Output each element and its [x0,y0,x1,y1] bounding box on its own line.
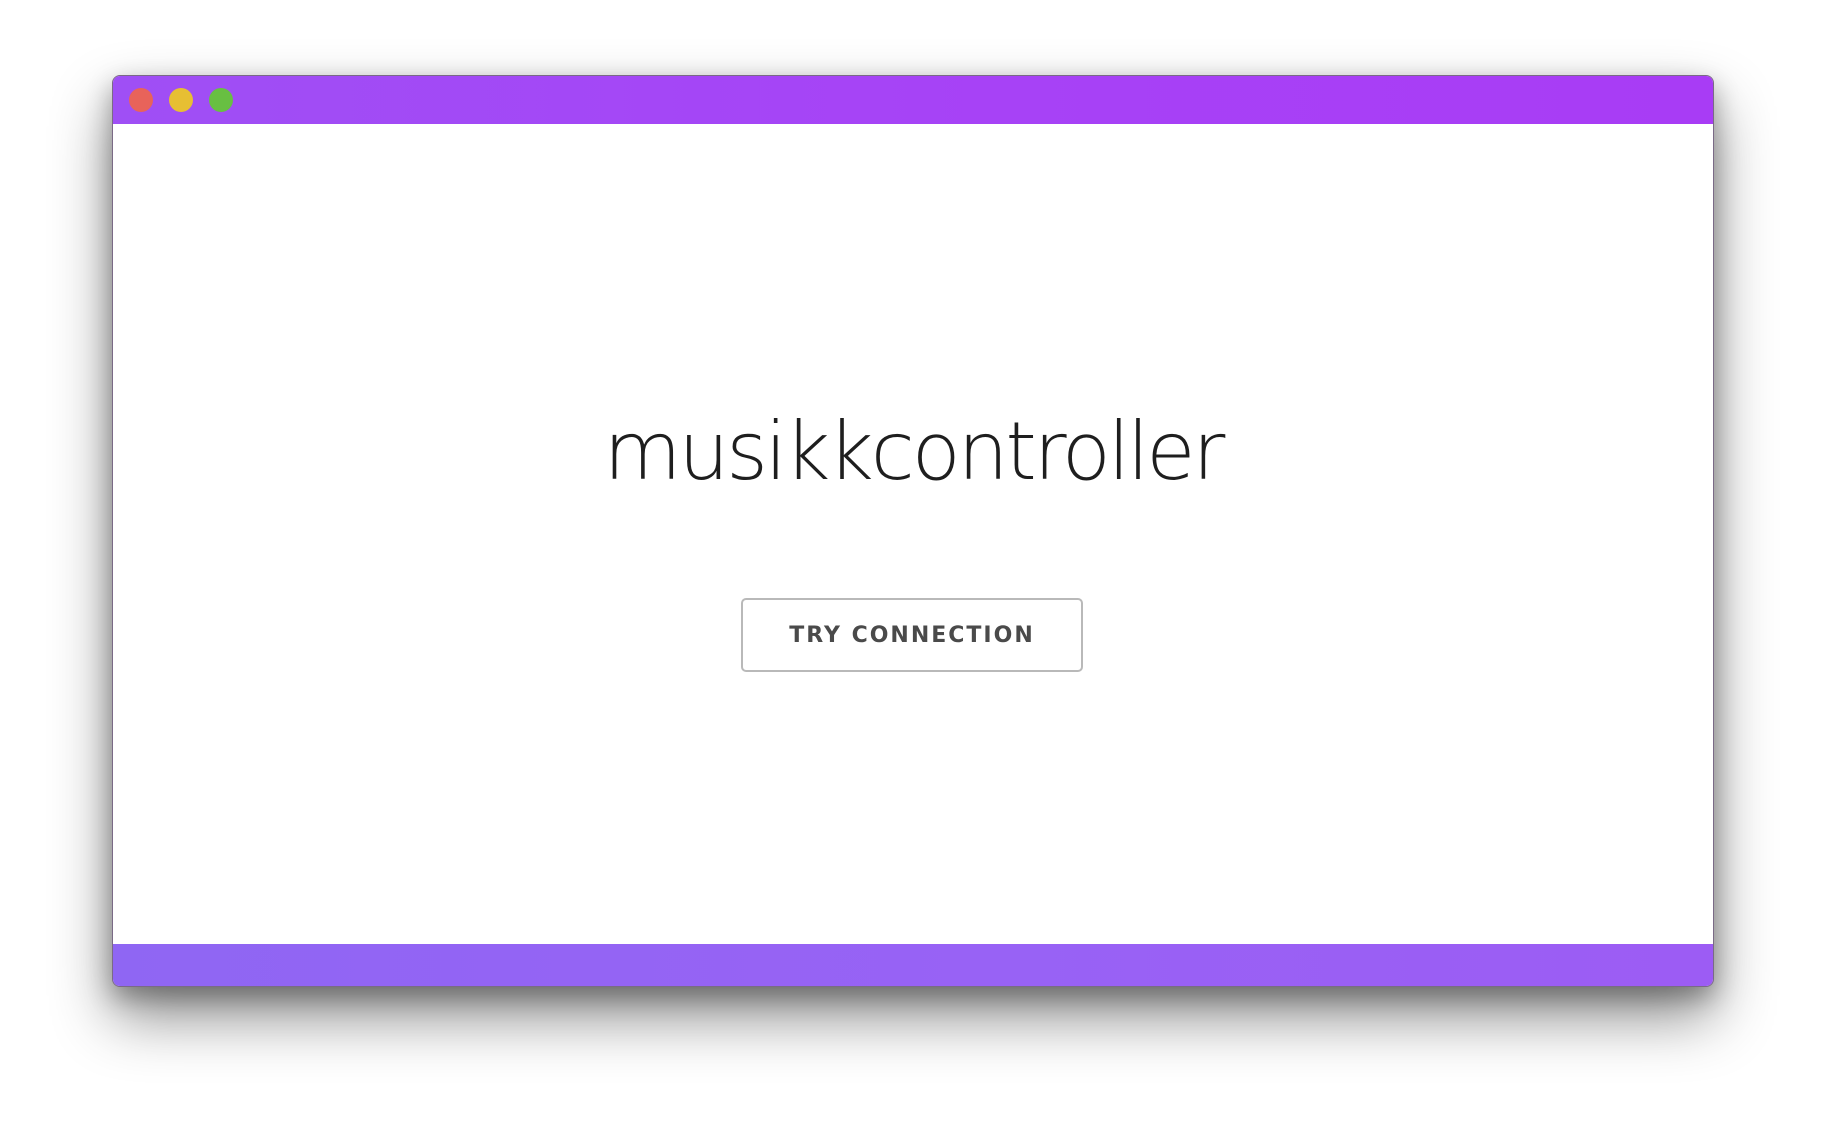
close-window-icon[interactable] [129,88,153,112]
app-title: musikkcontroller [603,405,1226,498]
maximize-window-icon[interactable] [209,88,233,112]
title-bar[interactable] [113,76,1713,124]
try-connection-button[interactable]: TRY CONNECTION [741,598,1083,672]
minimize-window-icon[interactable] [169,88,193,112]
footer-bar [113,944,1713,986]
main-content: musikkcontroller TRY CONNECTION [113,124,1713,944]
app-window: musikkcontroller TRY CONNECTION [112,75,1714,987]
